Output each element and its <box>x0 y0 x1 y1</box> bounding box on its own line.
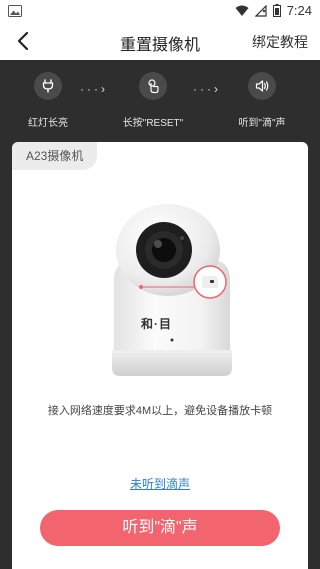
step-red-light: 红灯长亮 <box>8 72 88 129</box>
camera-model-tag: A23摄像机 <box>12 142 98 170</box>
status-time: 7:24 <box>286 3 312 18</box>
image-notification-icon <box>8 5 22 17</box>
screen: 7:24 重置摄像机 绑定教程 红灯长亮 ···› 长按"RESET" ···›… <box>0 0 320 569</box>
not-heard-beep-link[interactable]: 未听到滴声 <box>12 475 308 492</box>
nav-bar: 重置摄像机 绑定教程 <box>0 22 320 60</box>
battery-icon <box>272 4 281 17</box>
heard-beep-button[interactable]: 听到"滴"声 <box>40 510 280 546</box>
step-arrow: ···› <box>193 82 221 96</box>
reset-steps: 红灯长亮 ···› 长按"RESET" ···› 听到"滴"声 <box>0 60 320 136</box>
plug-icon <box>34 72 62 100</box>
press-finger-icon <box>139 72 167 100</box>
signal-icon <box>254 4 267 17</box>
step-press-reset: 长按"RESET" <box>113 72 193 129</box>
brand-logo: 和·目 <box>141 317 172 331</box>
step-arrow: ···› <box>80 82 108 96</box>
camera-illustration <box>112 204 232 376</box>
device-card: A23摄像机 和·目 接入网络速度要求4M以上，避免设备播放卡顿 未听到滴声 听… <box>12 142 308 569</box>
status-icons: 7:24 <box>235 3 312 18</box>
status-bar: 7:24 <box>0 0 320 22</box>
wifi-icon <box>235 5 249 16</box>
step-hear-beep: 听到"滴"声 <box>222 72 302 129</box>
step-label: 听到"滴"声 <box>238 118 286 129</box>
step-label: 长按"RESET" <box>122 118 184 129</box>
binding-tutorial-link[interactable]: 绑定教程 <box>252 32 308 52</box>
step-label: 红灯长亮 <box>28 118 68 129</box>
network-requirement-text: 接入网络速度要求4M以上，避免设备播放卡顿 <box>47 405 273 417</box>
speaker-icon <box>248 72 276 100</box>
